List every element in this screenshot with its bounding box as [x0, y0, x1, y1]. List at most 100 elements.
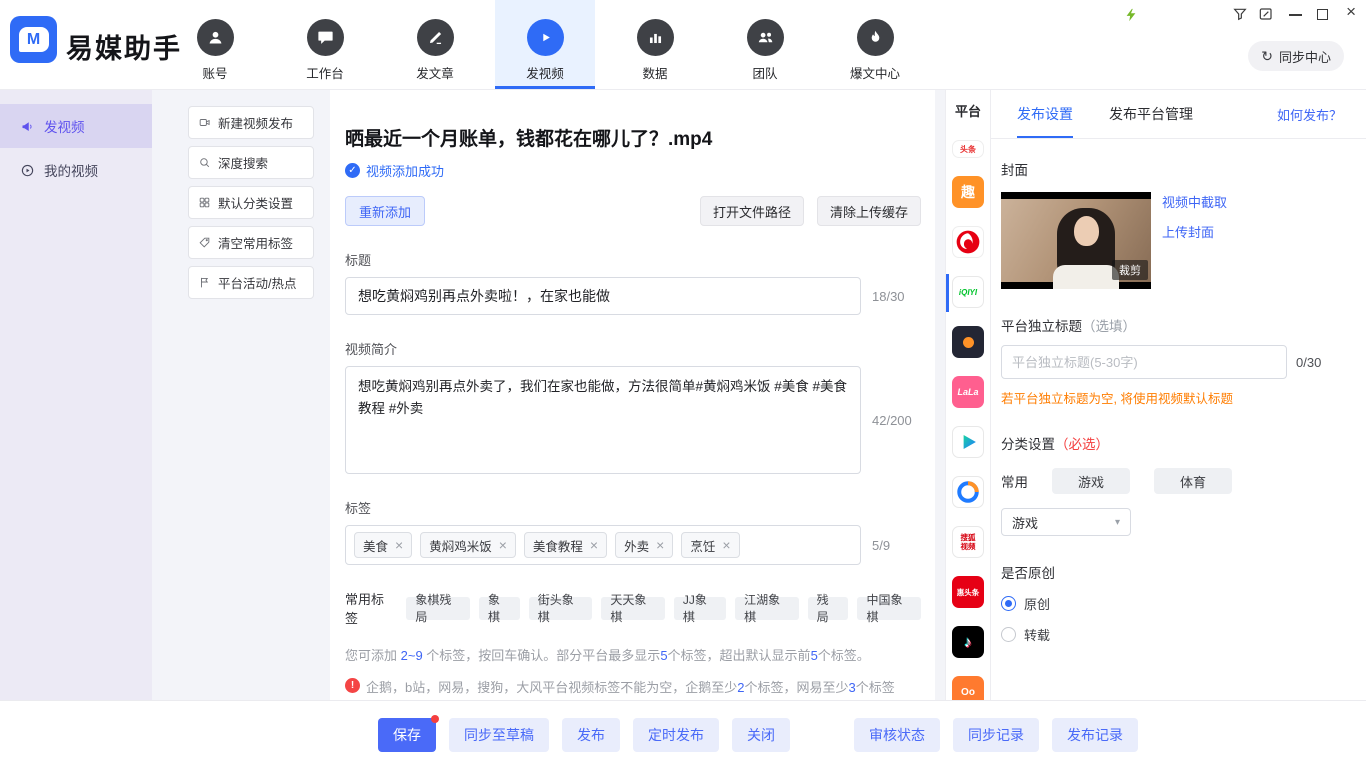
platform-toutiao-icon[interactable]: 头条 [952, 140, 984, 158]
remove-tag-icon[interactable]: × [395, 537, 403, 553]
deep-search-button[interactable]: 深度搜索 [188, 146, 314, 179]
description-textarea[interactable]: 想吃黄焖鸡别再点外卖了，我们在家也能做，方法很简单#黄焖鸡米饭 #美食 #美食教… [345, 366, 861, 474]
tags-input[interactable]: 美食× 黄焖鸡米饭 × 美食教程× 外卖× 烹饪× [345, 525, 861, 565]
remove-tag-icon[interactable]: × [656, 537, 664, 553]
common-tag[interactable]: JJ象棋 [674, 597, 726, 620]
close-form-button[interactable]: 关闭 [732, 718, 790, 752]
capture-from-video-link[interactable]: 视频中截取 [1162, 192, 1227, 211]
tag-chip[interactable]: 美食教程× [524, 532, 607, 558]
nav-item-publish-video[interactable]: 发视频 [495, 0, 595, 89]
sync-to-draft-button[interactable]: 同步至草稿 [449, 718, 549, 752]
notification-dot [431, 715, 439, 723]
independent-title-input[interactable] [1001, 345, 1287, 379]
platform-blue-ring-icon[interactable] [952, 476, 984, 508]
settings-body: 封面 裁剪 视频中截取 上传封面 平台独立标 [991, 139, 1366, 644]
sync-records-button[interactable]: 同步记录 [953, 718, 1039, 752]
sidebar: 发视频 我的视频 [0, 90, 152, 700]
cover-person-face [1074, 216, 1099, 246]
independent-title-counter: 0/30 [1296, 355, 1321, 370]
common-tag[interactable]: 天天象棋 [601, 597, 665, 620]
new-video-publish-button[interactable]: 新建视频发布 [188, 106, 314, 139]
remove-tag-icon[interactable]: × [499, 537, 507, 553]
tag-text: 黄焖鸡米饭 [429, 536, 492, 555]
default-category-button[interactable]: 默认分类设置 [188, 186, 314, 219]
tag-chip[interactable]: 烹饪× [681, 532, 739, 558]
platform-haokan-icon[interactable] [952, 426, 984, 458]
platform-qutoutiao-icon[interactable]: 趣 [952, 176, 984, 208]
tab-platform-management[interactable]: 发布平台管理 [1109, 90, 1193, 138]
plugin-icon[interactable] [1124, 8, 1138, 22]
platform-douyin-icon[interactable]: ♪ [952, 626, 984, 658]
upload-cover-link[interactable]: 上传封面 [1162, 222, 1227, 241]
publish-records-button[interactable]: 发布记录 [1052, 718, 1138, 752]
video-icon [198, 116, 211, 129]
minimize-button[interactable] [1289, 14, 1302, 16]
action-label: 深度搜索 [218, 153, 268, 172]
clear-common-tags-button[interactable]: 清空常用标签 [188, 226, 314, 259]
nav-item-hot-center[interactable]: 爆文中心 [825, 0, 925, 89]
warning-number: 3 [848, 680, 855, 695]
review-status-button[interactable]: 审核状态 [854, 718, 940, 752]
scheduled-publish-button[interactable]: 定时发布 [633, 718, 719, 752]
warning-segment: 个标签，网易至少 [744, 680, 848, 695]
common-tag[interactable]: 江湖象棋 [735, 597, 799, 620]
remove-tag-icon[interactable]: × [722, 537, 730, 553]
filter-icon[interactable] [1232, 6, 1248, 22]
category-chip-game[interactable]: 游戏 [1052, 468, 1130, 494]
content-area: 发视频 我的视频 新建视频发布 深度搜索 默认分类设置 清 [0, 90, 1366, 700]
sidebar-item-publish-video[interactable]: 发视频 [0, 104, 152, 148]
file-buttons-right: 打开文件路径 清除上传缓存 [700, 196, 921, 226]
nav-item-data[interactable]: 数据 [605, 0, 705, 89]
how-to-publish-link[interactable]: 如何发布？ [1277, 90, 1342, 138]
category-chip-sports[interactable]: 体育 [1154, 468, 1232, 494]
publish-button[interactable]: 发布 [562, 718, 620, 752]
cover-thumbnail[interactable]: 裁剪 [1001, 192, 1151, 289]
common-tag[interactable]: 街头象棋 [529, 597, 593, 620]
platform-ifeng-icon[interactable] [952, 226, 984, 258]
title-input[interactable] [345, 277, 861, 315]
tag-chip[interactable]: 美食× [354, 532, 412, 558]
readd-video-button[interactable]: 重新添加 [345, 196, 425, 226]
tag-chip[interactable]: 外卖× [615, 532, 673, 558]
radio-repost[interactable]: 转载 [1001, 625, 1352, 644]
platform-dayu-icon[interactable] [952, 326, 984, 358]
common-tag[interactable]: 中国象棋 [857, 597, 921, 620]
app-logo: M [10, 16, 57, 63]
nav-item-workbench[interactable]: 工作台 [275, 0, 375, 89]
nav-item-account[interactable]: 账号 [165, 0, 265, 89]
nav-item-publish-article[interactable]: 发文章 [385, 0, 485, 89]
common-tag[interactable]: 象棋 [479, 597, 520, 620]
nav-item-team[interactable]: 团队 [715, 0, 815, 89]
edit-window-icon[interactable] [1258, 6, 1274, 22]
nav-label: 爆文中心 [850, 63, 900, 82]
cover-person-torso [1053, 265, 1119, 289]
clear-upload-cache-button[interactable]: 清除上传缓存 [817, 196, 921, 226]
category-select[interactable]: 游戏 ▾ [1001, 508, 1131, 536]
tab-publish-settings[interactable]: 发布设置 [1017, 90, 1073, 138]
open-file-path-button[interactable]: 打开文件路径 [700, 196, 804, 226]
sync-center-button[interactable]: ↻ 同步中心 [1248, 41, 1344, 71]
panel-gap [935, 90, 945, 700]
radio-button-checked[interactable] [1001, 596, 1016, 611]
platform-orange-icon[interactable]: Oo [952, 676, 984, 700]
platform-sohu-video-icon[interactable]: 搜狐视频 [952, 526, 984, 558]
remove-tag-icon[interactable]: × [590, 537, 598, 553]
save-label: 保存 [393, 725, 421, 745]
radio-button-unchecked[interactable] [1001, 627, 1016, 642]
hint-text: 个标签，超出默认显示前 [668, 648, 811, 663]
settings-tabs: 发布设置 发布平台管理 如何发布？ [991, 90, 1366, 139]
label-text: 平台独立标题 [1001, 319, 1082, 334]
platform-pink-icon[interactable]: LaLa [952, 376, 984, 408]
platform-iqiyi-icon[interactable]: iQIYI [952, 276, 984, 308]
common-tag[interactable]: 残局 [808, 597, 849, 620]
sidebar-item-my-videos[interactable]: 我的视频 [0, 148, 152, 192]
close-button[interactable]: × [1346, 2, 1356, 22]
tag-chip[interactable]: 黄焖鸡米饭 × [420, 532, 516, 558]
radio-original[interactable]: 原创 [1001, 594, 1352, 613]
crop-button[interactable]: 裁剪 [1112, 260, 1148, 280]
platform-activity-button[interactable]: 平台活动/热点 [188, 266, 314, 299]
maximize-button[interactable] [1317, 9, 1328, 20]
common-tag[interactable]: 象棋残局 [406, 597, 470, 620]
platform-huitoutiao-icon[interactable]: 惠头条 [952, 576, 984, 608]
save-button[interactable]: 保存 [378, 718, 436, 752]
